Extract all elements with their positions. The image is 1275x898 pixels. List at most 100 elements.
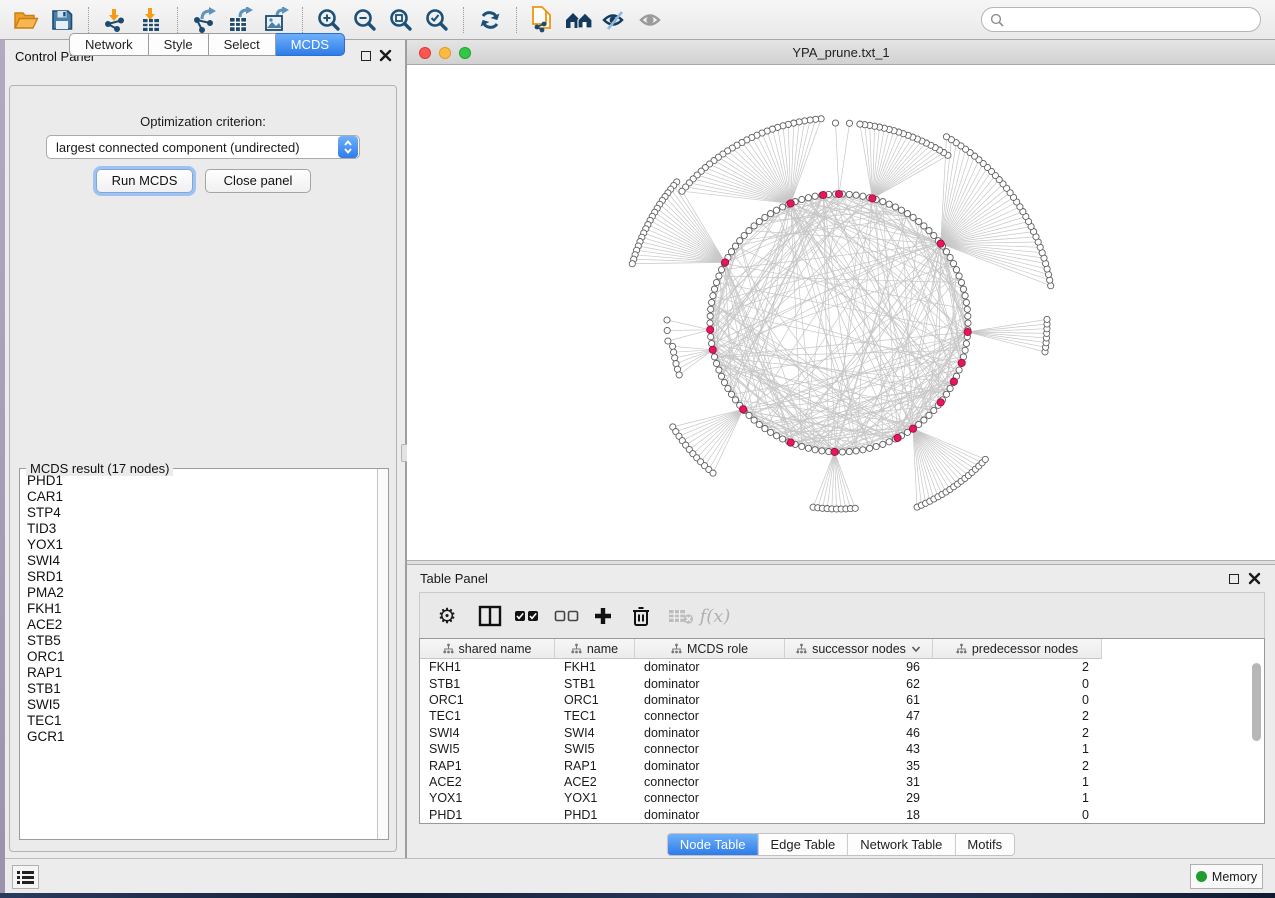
tab-style[interactable]: Style bbox=[149, 33, 209, 56]
mcds-result-item[interactable]: GCR1 bbox=[21, 729, 376, 745]
delete-column-button[interactable] bbox=[626, 601, 656, 631]
tab-network[interactable]: Network bbox=[69, 33, 149, 56]
mcds-result-item[interactable]: TID3 bbox=[21, 521, 376, 537]
clone-network-button[interactable] bbox=[525, 4, 561, 36]
hide-details-button[interactable] bbox=[597, 4, 633, 36]
add-column-button[interactable] bbox=[588, 601, 618, 631]
zoom-fit-button[interactable] bbox=[383, 4, 419, 36]
close-panel-button[interactable]: Close panel bbox=[205, 169, 311, 193]
table-row[interactable]: SWI4SWI4dominator462 bbox=[420, 725, 1264, 741]
column-settings-button[interactable]: ⚙ bbox=[432, 601, 462, 631]
zoom-out-button[interactable] bbox=[347, 4, 383, 36]
cell: 35 bbox=[785, 759, 933, 773]
zoom-in-button[interactable] bbox=[311, 4, 347, 36]
table-row[interactable]: ACE2ACE2connector311 bbox=[420, 774, 1264, 790]
table-row[interactable]: PHD1PHD1dominator180 bbox=[420, 807, 1264, 823]
float-table-panel-icon[interactable] bbox=[1229, 574, 1239, 584]
memory-status-icon bbox=[1196, 871, 1207, 882]
mcds-result-item[interactable]: STP4 bbox=[21, 505, 376, 521]
cell: 18 bbox=[785, 808, 933, 822]
cell: YOX1 bbox=[420, 791, 555, 805]
apply-function-button[interactable]: f(x) bbox=[700, 601, 730, 631]
mcds-result-item[interactable]: ACE2 bbox=[21, 617, 376, 633]
table-row[interactable]: STB1STB1dominator620 bbox=[420, 675, 1264, 691]
export-network-button[interactable] bbox=[186, 4, 222, 36]
column-header-successor-nodes[interactable]: successor nodes bbox=[785, 639, 933, 659]
mcds-result-item[interactable]: STB1 bbox=[21, 681, 376, 697]
search-icon bbox=[990, 13, 1004, 27]
delete-table-icon bbox=[668, 607, 694, 625]
task-history-button[interactable] bbox=[12, 865, 39, 889]
open-file-button[interactable] bbox=[8, 4, 44, 36]
network-window-titlebar[interactable]: YPA_prune.txt_1 bbox=[407, 40, 1275, 65]
table-scrollbar-thumb[interactable] bbox=[1252, 663, 1261, 741]
mcds-result-item[interactable]: ORC1 bbox=[21, 649, 376, 665]
export-image-button[interactable] bbox=[258, 4, 294, 36]
import-table-button[interactable] bbox=[133, 4, 169, 36]
memory-button[interactable]: Memory bbox=[1190, 864, 1263, 889]
tab-network-table[interactable]: Network Table bbox=[847, 834, 954, 855]
column-header-MCDS-role[interactable]: MCDS role bbox=[635, 639, 785, 659]
cell: 43 bbox=[785, 742, 933, 756]
table-row[interactable]: RAP1RAP1dominator352 bbox=[420, 757, 1264, 773]
import-network-button[interactable] bbox=[97, 4, 133, 36]
mcds-result-item[interactable]: PMA2 bbox=[21, 585, 376, 601]
table-row[interactable]: TEC1TEC1connector472 bbox=[420, 708, 1264, 724]
table-row[interactable]: YOX1YOX1connector291 bbox=[420, 790, 1264, 806]
optimization-criterion-label: Optimization criterion: bbox=[10, 114, 396, 129]
mcds-result-item[interactable]: SWI5 bbox=[21, 697, 376, 713]
column-header-shared-name[interactable]: shared name bbox=[420, 639, 555, 659]
column-header-predecessor-nodes[interactable]: predecessor nodes bbox=[933, 639, 1102, 659]
mcds-result-item[interactable]: RAP1 bbox=[21, 665, 376, 681]
export-table-button[interactable] bbox=[222, 4, 258, 36]
network-graph[interactable] bbox=[407, 65, 1275, 560]
cell: ORC1 bbox=[555, 693, 635, 707]
cell: 62 bbox=[785, 677, 933, 691]
cell: 61 bbox=[785, 693, 933, 707]
close-panel-icon[interactable] bbox=[379, 49, 392, 62]
tab-motifs[interactable]: Motifs bbox=[954, 834, 1014, 855]
mcds-result-item[interactable]: YOX1 bbox=[21, 537, 376, 553]
cell: connector bbox=[635, 791, 785, 805]
split-view-button[interactable] bbox=[475, 601, 505, 631]
mcds-result-item[interactable]: SWI4 bbox=[21, 553, 376, 569]
search-input[interactable] bbox=[1009, 13, 1252, 27]
show-details-button[interactable] bbox=[633, 4, 669, 36]
table-panel: Table Panel ⚙ bbox=[407, 565, 1275, 858]
mcds-result-list[interactable]: PHD1CAR1STP4TID3YOX1SWI4SRD1PMA2FKH1ACE2… bbox=[21, 473, 376, 838]
mcds-result-item[interactable]: STB5 bbox=[21, 633, 376, 649]
mcds-result-item[interactable]: PHD1 bbox=[21, 473, 376, 489]
mcds-result-item[interactable]: CAR1 bbox=[21, 489, 376, 505]
mcds-result-item[interactable]: TEC1 bbox=[21, 713, 376, 729]
delete-table-button[interactable] bbox=[666, 601, 696, 631]
column-header-name[interactable]: name bbox=[555, 639, 635, 659]
network-view-canvas[interactable] bbox=[407, 65, 1275, 560]
tab-node-table[interactable]: Node Table bbox=[668, 834, 758, 855]
home-button[interactable] bbox=[561, 4, 597, 36]
table-row[interactable]: SWI5SWI5connector431 bbox=[420, 741, 1264, 757]
tab-mcds[interactable]: MCDS bbox=[276, 33, 345, 56]
cell: SWI4 bbox=[420, 726, 555, 740]
close-table-panel-icon[interactable] bbox=[1248, 572, 1261, 585]
cell: ACE2 bbox=[555, 775, 635, 789]
cell: SWI4 bbox=[555, 726, 635, 740]
cell: dominator bbox=[635, 677, 785, 691]
criterion-dropdown[interactable]: largest connected component (undirected) bbox=[46, 135, 360, 159]
zoom-selected-button[interactable] bbox=[419, 4, 455, 36]
desktop-wallpaper-bottom bbox=[0, 893, 1275, 898]
network-window-title: YPA_prune.txt_1 bbox=[407, 45, 1275, 60]
table-panel-tabs: Node TableEdge TableNetwork TableMotifs bbox=[667, 833, 1015, 856]
mcds-result-item[interactable]: SRD1 bbox=[21, 569, 376, 585]
save-session-button[interactable] bbox=[44, 4, 80, 36]
mcds-list-scrollbar[interactable] bbox=[377, 469, 388, 839]
refresh-layout-button[interactable] bbox=[472, 4, 508, 36]
mcds-result-item[interactable]: FKH1 bbox=[21, 601, 376, 617]
tab-edge-table[interactable]: Edge Table bbox=[757, 834, 847, 855]
run-mcds-button[interactable]: Run MCDS bbox=[96, 169, 193, 193]
table-row[interactable]: FKH1FKH1dominator962 bbox=[420, 659, 1264, 675]
float-panel-icon[interactable] bbox=[361, 51, 371, 61]
table-row[interactable]: ORC1ORC1dominator610 bbox=[420, 692, 1264, 708]
deselect-all-button[interactable] bbox=[552, 601, 582, 631]
tab-select[interactable]: Select bbox=[209, 33, 276, 56]
select-all-button[interactable] bbox=[512, 601, 542, 631]
